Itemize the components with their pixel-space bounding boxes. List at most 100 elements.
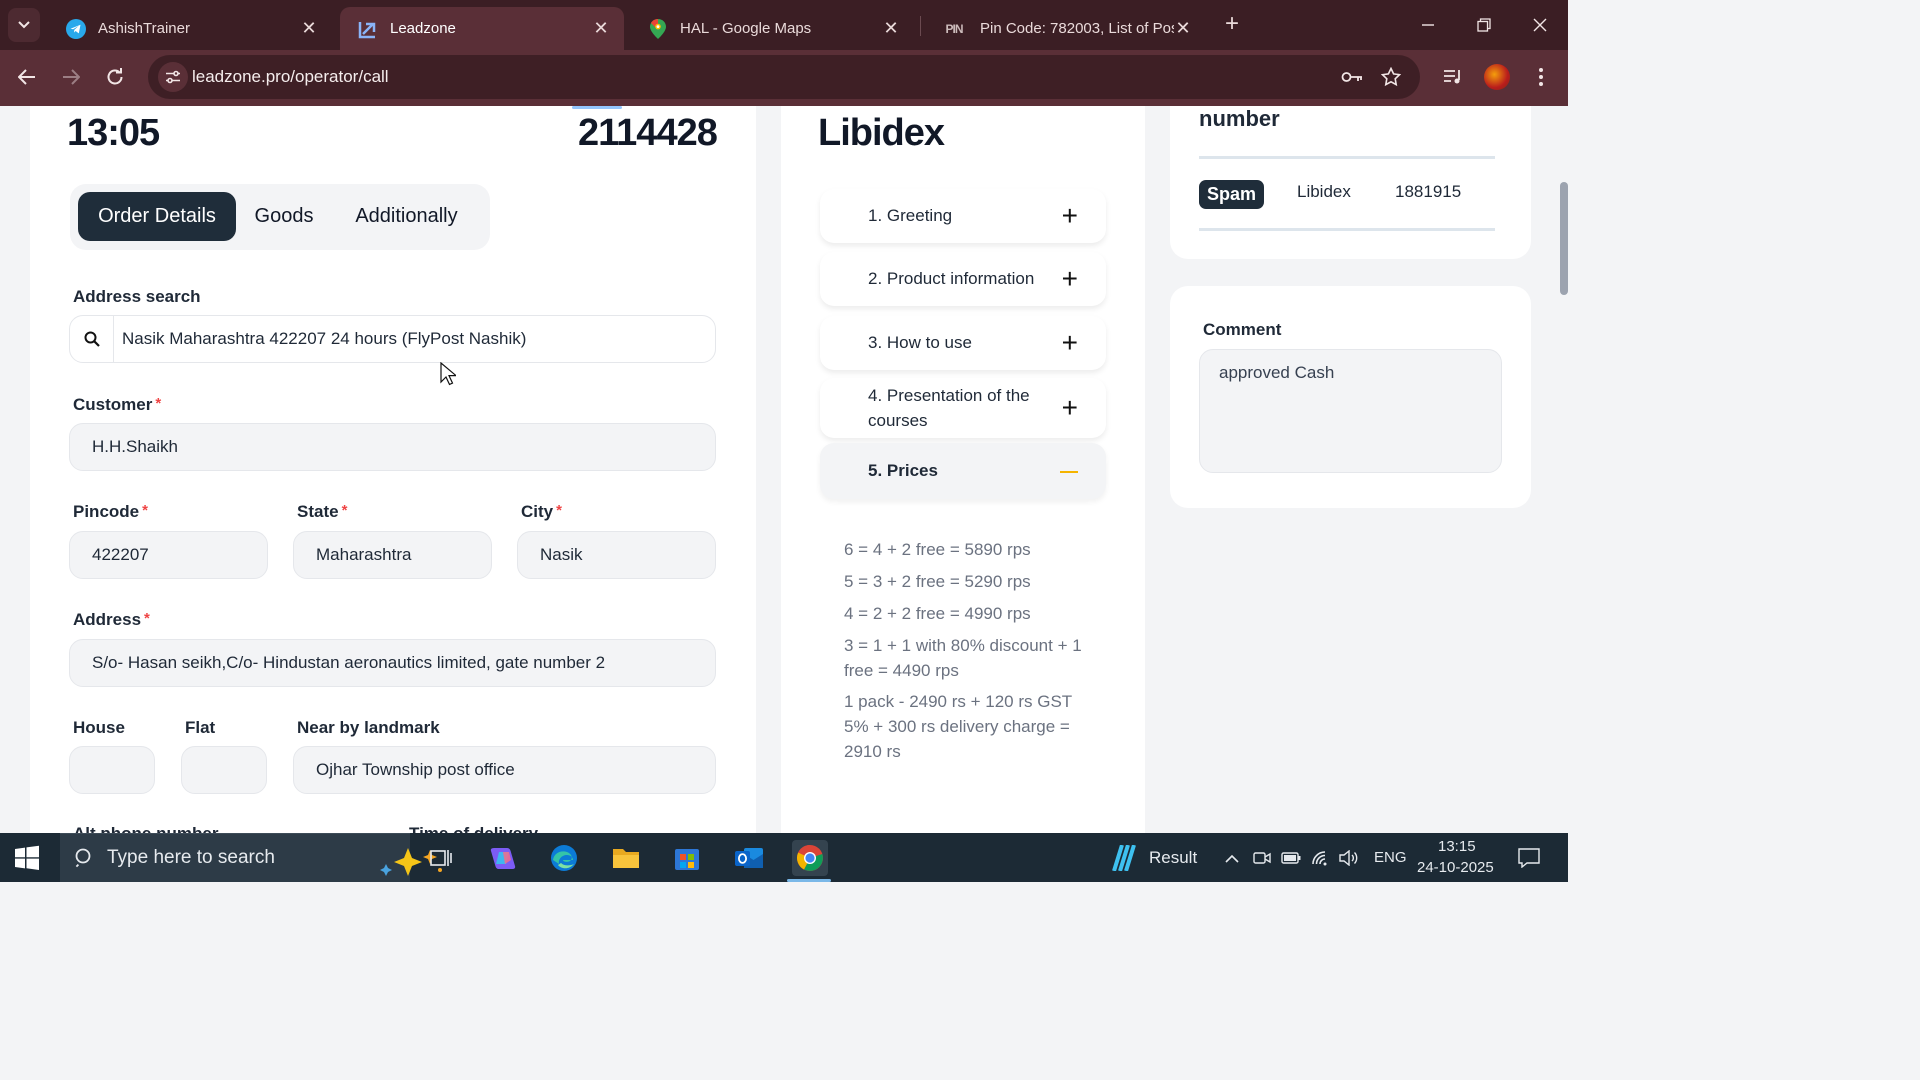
back-button[interactable]: [12, 62, 42, 92]
reload-button[interactable]: [100, 62, 130, 92]
active-app-indicator: [787, 879, 831, 882]
required-mark: *: [341, 502, 348, 519]
new-tab-button[interactable]: +: [1219, 12, 1245, 38]
required-mark: *: [556, 502, 562, 519]
script-section-how-to-use[interactable]: 3. How to use +: [820, 316, 1106, 370]
weather-icon[interactable]: [1110, 845, 1140, 871]
section-title: 1. Greeting: [868, 206, 953, 225]
tab-additionally[interactable]: Additionally: [340, 192, 473, 241]
address-bar[interactable]: leadzone.pro/operator/call: [148, 55, 1420, 99]
clock-time[interactable]: 13:15: [1438, 838, 1476, 855]
browser-menu-button[interactable]: [1527, 63, 1555, 91]
state-input[interactable]: Maharashtra: [293, 531, 492, 579]
plus-icon: +: [1061, 327, 1078, 358]
language-indicator[interactable]: ENG: [1374, 849, 1407, 866]
browser-tab-ashishtrainer[interactable]: AshishTrainer ✕: [48, 7, 332, 50]
mouse-cursor-icon: [440, 362, 456, 386]
chevron-up-icon[interactable]: [1222, 848, 1242, 868]
comment-label: Comment: [1203, 320, 1282, 339]
address-label: Address *: [73, 610, 150, 630]
script-section-presentation[interactable]: 4. Presentation of the courses +: [820, 378, 1106, 438]
minus-icon: [1060, 471, 1078, 473]
city-input[interactable]: Nasik: [517, 531, 716, 579]
landmark-input[interactable]: Ojhar Township post office: [293, 746, 716, 794]
close-window-button[interactable]: [1525, 10, 1555, 40]
search-icon: [75, 848, 91, 868]
store-icon: [675, 849, 699, 870]
script-section-product-information[interactable]: 2. Product information +: [820, 252, 1106, 306]
section-title: 4. Presentation of the courses: [868, 386, 1030, 430]
battery-icon[interactable]: [1281, 848, 1301, 868]
landmark-label: Near by landmark: [297, 718, 440, 737]
task-view-icon: [430, 850, 452, 866]
close-tab-icon[interactable]: ✕: [300, 18, 318, 39]
house-input[interactable]: [69, 746, 155, 794]
search-placeholder: Type here to search: [107, 847, 275, 868]
order-tabs: Order Details Goods Additionally: [70, 184, 490, 250]
address-search-input[interactable]: Nasik Maharashtra 422207 24 hours (FlyPo…: [69, 315, 716, 363]
search-icon[interactable]: [70, 316, 114, 362]
history-product: Libidex: [1297, 182, 1351, 201]
delivery-time-label: Time of delivery: [409, 824, 538, 833]
wifi-icon[interactable]: [1311, 848, 1331, 868]
chrome-app[interactable]: [792, 840, 828, 876]
close-tab-icon[interactable]: ✕: [882, 18, 900, 39]
divider: [1199, 156, 1495, 159]
pincode-input[interactable]: 422207: [69, 531, 268, 579]
flat-input[interactable]: [181, 746, 267, 794]
tab-goods[interactable]: Goods: [242, 192, 326, 241]
browser-tab-google-maps[interactable]: HAL - Google Maps ✕: [630, 7, 914, 50]
forward-button[interactable]: [56, 62, 86, 92]
media-controls-button[interactable]: [1439, 63, 1467, 91]
state-label-text: State: [297, 502, 339, 521]
browser-tab-leadzone[interactable]: Leadzone ✕: [340, 7, 624, 50]
comment-value: approved Cash: [1219, 363, 1335, 382]
script-section-greeting[interactable]: 1. Greeting +: [820, 189, 1106, 243]
task-view-button[interactable]: [423, 840, 459, 876]
house-label: House: [73, 718, 125, 737]
plus-icon: +: [1061, 200, 1078, 231]
file-explorer-app[interactable]: [608, 840, 644, 876]
restore-button[interactable]: [1469, 10, 1499, 40]
address-input[interactable]: S/o- Hasan seikh,C/o- Hindustan aeronaut…: [69, 639, 716, 687]
edge-app[interactable]: [546, 840, 582, 876]
tab-order-details[interactable]: Order Details: [78, 192, 236, 241]
status-badge: Spam: [1199, 180, 1264, 209]
state-value: Maharashtra: [316, 545, 412, 564]
weather-text[interactable]: Result: [1149, 848, 1197, 868]
customer-input[interactable]: H.H.Shaikh: [69, 423, 716, 471]
notifications-icon[interactable]: [1517, 846, 1541, 870]
required-mark: *: [142, 502, 148, 519]
microsoft-store-app[interactable]: [669, 840, 705, 876]
clock-date[interactable]: 24-10-2025: [1417, 859, 1494, 876]
site-info-button[interactable]: [158, 62, 188, 92]
close-tab-icon[interactable]: ✕: [592, 18, 610, 39]
profile-avatar[interactable]: [1484, 64, 1510, 90]
password-key-icon[interactable]: [1340, 65, 1364, 89]
outlook-app[interactable]: [731, 840, 767, 876]
customer-label-text: Customer: [73, 395, 153, 414]
tab-search-button[interactable]: [8, 8, 40, 42]
section-title: 2. Product information: [868, 269, 1035, 288]
top-tab-indicator: [572, 106, 622, 109]
close-tab-icon[interactable]: ✕: [1174, 18, 1192, 39]
customer-label: Customer *: [73, 395, 161, 415]
minimize-button[interactable]: [1413, 10, 1443, 40]
page-scrollbar[interactable]: [1560, 182, 1568, 295]
price-line: 1 pack - 2490 rs + 120 rs GST 5% + 300 r…: [844, 692, 1072, 761]
volume-icon[interactable]: [1339, 848, 1359, 868]
meet-now-icon[interactable]: [1252, 848, 1272, 868]
browser-toolbar: leadzone.pro/operator/call: [0, 50, 1568, 106]
script-section-prices[interactable]: 5. Prices: [820, 443, 1106, 499]
windows-start-icon[interactable]: [14, 845, 40, 871]
comment-textarea[interactable]: approved Cash: [1199, 349, 1502, 473]
pincode-label: Pincode *: [73, 502, 148, 522]
telegram-icon: [66, 18, 86, 39]
reload-icon: [107, 68, 123, 85]
bookmark-star-icon[interactable]: [1379, 65, 1403, 89]
section-title: 3. How to use: [868, 333, 972, 352]
playlist-icon: [1444, 70, 1460, 84]
taskbar-search-box[interactable]: Type here to search: [60, 833, 442, 882]
copilot-app[interactable]: [485, 840, 521, 876]
browser-tab-pin-code[interactable]: PIN Pin Code: 782003, List of Post O ✕: [922, 7, 1206, 50]
